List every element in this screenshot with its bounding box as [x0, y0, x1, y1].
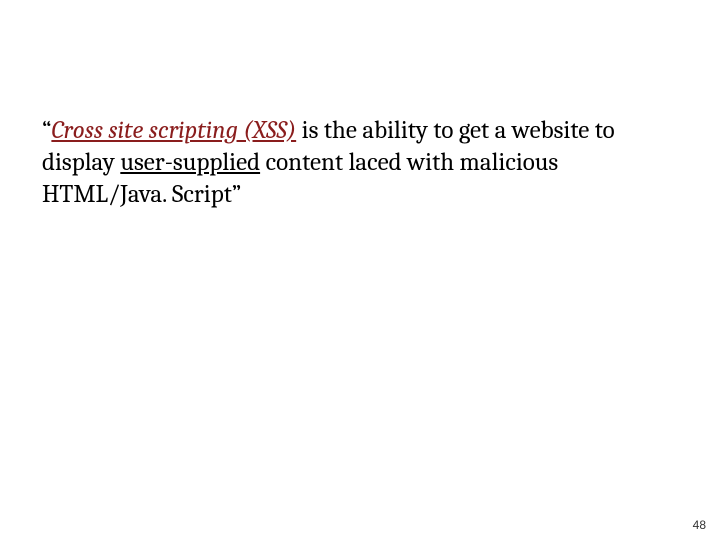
page-number: 48: [693, 518, 706, 532]
term-xss: Cross site scripting (XSS): [51, 116, 296, 145]
term-user-supplied: user-supplied: [120, 148, 260, 177]
quote-close: ”: [232, 180, 241, 209]
quote-open: “: [42, 116, 51, 145]
body-text: “Cross site scripting (XSS) is the abili…: [42, 115, 678, 211]
slide: “Cross site scripting (XSS) is the abili…: [0, 0, 720, 540]
